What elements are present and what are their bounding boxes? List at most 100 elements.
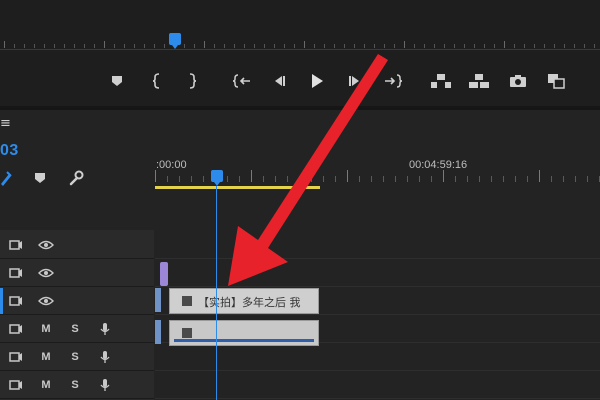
ruler-tick <box>264 44 265 48</box>
mute-track-button[interactable]: M <box>38 321 54 337</box>
track-header-v1[interactable] <box>0 288 154 315</box>
ruler-tick <box>551 176 552 182</box>
ruler-tick <box>251 170 252 182</box>
track-lane-v3[interactable] <box>155 232 600 259</box>
ruler-tick <box>584 44 585 48</box>
ruler-tick <box>503 176 504 182</box>
play-icon[interactable] <box>306 70 328 92</box>
track-lane-a2[interactable] <box>155 344 600 371</box>
toggle-sync-lock-icon[interactable] <box>8 321 24 337</box>
timeline-tools <box>0 168 150 190</box>
ruler-tick <box>491 176 492 182</box>
ruler-tick <box>54 44 55 48</box>
solo-track-button[interactable]: S <box>67 377 83 393</box>
microphone-icon[interactable] <box>97 349 113 365</box>
eye-icon[interactable] <box>38 265 54 281</box>
ruler-tick <box>371 176 372 182</box>
ruler-tick <box>444 44 445 48</box>
track-headers: MSMSMS <box>0 230 154 400</box>
playhead-line[interactable] <box>216 186 217 400</box>
video-clip[interactable]: 【实拍】多年之后 我 <box>169 288 319 314</box>
ruler-tick <box>467 176 468 182</box>
go-to-in-icon[interactable] <box>231 70 253 92</box>
mute-track-button[interactable]: M <box>38 349 54 365</box>
ruler-tick <box>419 176 420 182</box>
track-header-v3[interactable] <box>0 232 154 259</box>
mark-in-icon[interactable] <box>146 70 168 92</box>
track-header-a3[interactable]: MS <box>0 372 154 399</box>
comparison-view-icon[interactable] <box>545 70 567 92</box>
ruler-tick <box>454 44 455 48</box>
ruler-tick <box>464 44 465 48</box>
sequence-timecode[interactable]: 03 <box>0 142 19 160</box>
ruler-tick <box>44 44 45 48</box>
ruler-tick <box>155 170 156 182</box>
ruler-tick <box>554 44 555 48</box>
ruler-tick <box>424 44 425 48</box>
toggle-sync-lock-icon[interactable] <box>8 293 24 309</box>
solo-track-button[interactable]: S <box>67 321 83 337</box>
monitor-ruler-baseline <box>0 49 600 50</box>
extract-icon[interactable] <box>468 70 490 92</box>
wrench-icon[interactable] <box>66 168 86 188</box>
track-lane-a3[interactable] <box>155 372 600 399</box>
ruler-tick <box>563 176 564 182</box>
ruler-tick <box>24 44 25 48</box>
timeline-playhead[interactable] <box>211 170 223 186</box>
eye-icon[interactable] <box>38 293 54 309</box>
export-frame-icon[interactable] <box>507 70 529 92</box>
ruler-tick <box>484 44 485 48</box>
ruler-tick <box>494 44 495 48</box>
track-header-v2[interactable] <box>0 260 154 287</box>
toggle-sync-lock-icon[interactable] <box>8 237 24 253</box>
ruler-tick <box>263 176 264 182</box>
snap-icon[interactable] <box>0 168 16 188</box>
fx-badge-icon <box>182 296 192 306</box>
ruler-label-mark: 00:04:59:16 <box>409 159 468 171</box>
ruler-tick <box>194 44 195 48</box>
add-marker-icon[interactable] <box>106 70 128 92</box>
ruler-tick <box>354 44 355 48</box>
track-header-a2[interactable]: MS <box>0 344 154 371</box>
track-lane-v2[interactable] <box>155 260 600 287</box>
toggle-sync-lock-icon[interactable] <box>8 349 24 365</box>
solo-track-button[interactable]: S <box>67 349 83 365</box>
ruler-tick <box>574 44 575 48</box>
eye-icon[interactable] <box>38 237 54 253</box>
track-header-a1[interactable]: MS <box>0 316 154 343</box>
ruler-tick <box>364 44 365 48</box>
ruler-tick <box>311 176 312 182</box>
ruler-tick <box>504 41 505 48</box>
ruler-tick <box>134 44 135 48</box>
clip-v2-purple[interactable] <box>160 262 168 286</box>
clip-a1-edge[interactable] <box>155 320 161 344</box>
toggle-sync-lock-icon[interactable] <box>8 265 24 281</box>
ruler-tick <box>587 176 588 182</box>
clip-v1-edge[interactable] <box>155 288 161 312</box>
video-clip-name: 【实拍】多年之后 我 <box>198 296 301 309</box>
audio-clip[interactable] <box>169 320 319 346</box>
ruler-tick <box>374 44 375 48</box>
ruler-tick <box>404 41 405 48</box>
add-marker-tool-icon[interactable] <box>30 168 50 188</box>
go-to-out-icon[interactable] <box>382 70 404 92</box>
panel-menu-icon[interactable]: ≡ <box>0 116 11 131</box>
lift-icon[interactable] <box>430 70 452 92</box>
timeline-area[interactable]: :00:00 00:04:59:16 【实拍】多年之后 我 <box>155 110 600 400</box>
step-back-icon[interactable] <box>268 70 290 92</box>
monitor-playhead[interactable] <box>169 33 181 49</box>
mark-out-icon[interactable] <box>181 70 203 92</box>
ruler-tick <box>534 44 535 48</box>
step-forward-icon[interactable] <box>344 70 366 92</box>
toggle-sync-lock-icon[interactable] <box>8 377 24 393</box>
ruler-tick <box>167 176 168 182</box>
ruler-tick <box>394 44 395 48</box>
ruler-tick <box>244 44 245 48</box>
microphone-icon[interactable] <box>97 321 113 337</box>
ruler-tick <box>104 41 105 48</box>
microphone-icon[interactable] <box>97 377 113 393</box>
work-area-bar[interactable] <box>155 186 320 189</box>
mute-track-button[interactable]: M <box>38 377 54 393</box>
ruler-tick <box>324 44 325 48</box>
ruler-tick <box>179 176 180 182</box>
